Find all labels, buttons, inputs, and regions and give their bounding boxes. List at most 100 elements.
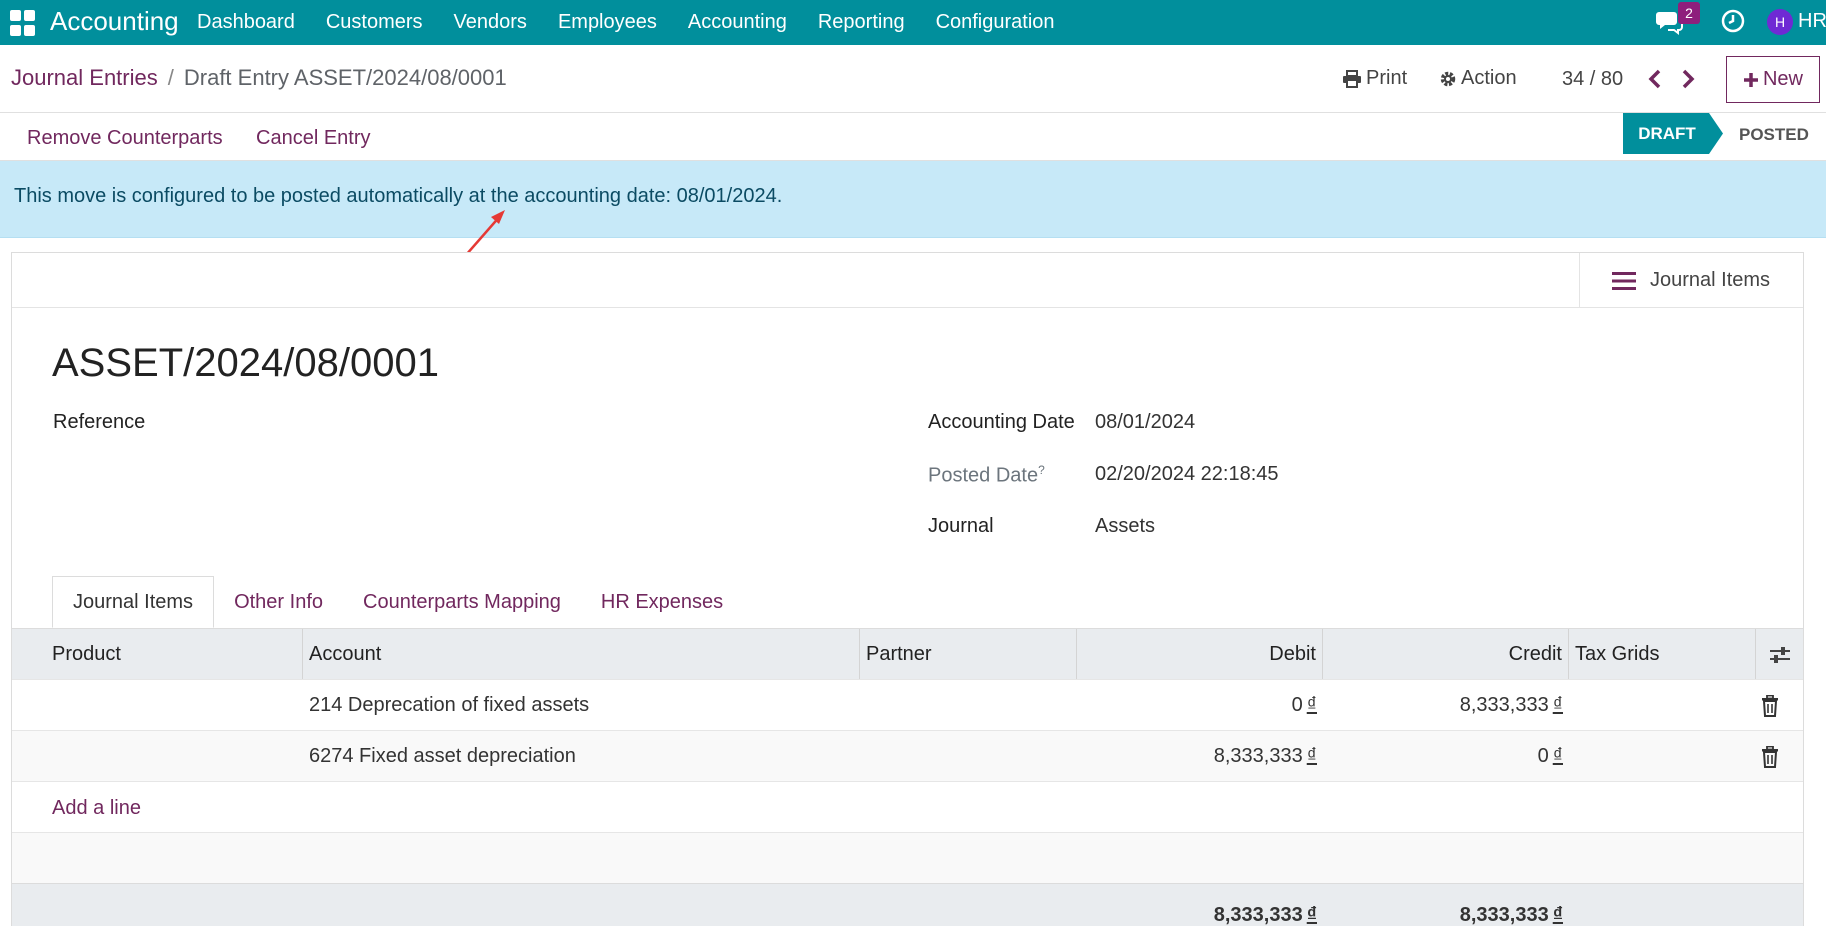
debit-amount: 0 (1291, 694, 1303, 716)
statusbar: Remove Counterparts Cancel Entry DRAFT P… (0, 113, 1826, 161)
notebook-tabs: Journal Items Other Info Counterparts Ma… (52, 576, 743, 628)
posted-date-label-text: Posted Date (928, 464, 1039, 487)
control-panel: Journal Entries / Draft Entry ASSET/2024/0… (0, 45, 1826, 113)
chevron-left-icon[interactable] (1645, 67, 1665, 91)
top-navbar: Accounting Dashboard Customers Vendors E… (0, 0, 1826, 45)
chat-count-badge: 2 (1678, 2, 1700, 24)
add-line-link[interactable]: Add a line (52, 797, 141, 820)
cell-partner (860, 680, 1077, 731)
column-tax-grids[interactable]: Tax Grids (1569, 629, 1756, 680)
credit-amount: 8,333,333 (1459, 694, 1549, 716)
menu-configuration[interactable]: Configuration (936, 11, 1055, 34)
column-credit[interactable]: Credit (1323, 629, 1569, 680)
state-posted[interactable]: POSTED (1739, 125, 1809, 145)
cancel-entry-button[interactable]: Cancel Entry (256, 127, 371, 150)
currency-symbol: ₫ (1552, 694, 1563, 716)
chevron-right-icon[interactable] (1678, 67, 1698, 91)
total-credit-amount: 8,333,333 (1459, 904, 1549, 926)
tab-counterparts-mapping[interactable]: Counterparts Mapping (343, 576, 581, 628)
posted-date-label: Posted Date? (928, 463, 1045, 488)
print-label: Print (1366, 67, 1408, 89)
journal-items-smart-label: Journal Items (1650, 269, 1771, 291)
trash-icon[interactable] (1761, 746, 1779, 768)
currency-symbol: ₫ (1306, 745, 1317, 767)
tab-hr-expenses[interactable]: HR Expenses (581, 576, 743, 628)
menu-reporting[interactable]: Reporting (818, 11, 905, 34)
entry-title: ASSET/2024/08/0001 (52, 341, 439, 385)
breadcrumb-separator: / (167, 65, 174, 90)
currency-symbol: ₫ (1552, 745, 1563, 767)
table-footer: 8,333,333 ₫ 8,333,333 ₫ (12, 883, 1803, 926)
journal-label: Journal (928, 515, 994, 537)
menu-dashboard[interactable]: Dashboard (197, 11, 295, 34)
total-credit: 8,333,333 ₫ (1323, 904, 1569, 926)
state-draft[interactable]: DRAFT (1623, 113, 1723, 154)
menu-employees[interactable]: Employees (558, 11, 657, 34)
app-name[interactable]: Accounting (50, 6, 179, 37)
new-button[interactable]: New (1726, 56, 1820, 103)
accounting-date-field[interactable]: 08/01/2024 (1095, 411, 1195, 434)
print-button[interactable]: Print (1342, 67, 1407, 90)
cell-debit: 0 ₫ (1077, 680, 1323, 731)
column-partner[interactable]: Partner (860, 629, 1077, 680)
trash-icon[interactable] (1761, 695, 1779, 717)
clock-icon[interactable] (1721, 9, 1745, 33)
table-row[interactable]: 214 Deprecation of fixed assets 0 ₫ 8,333… (12, 679, 1803, 730)
column-debit[interactable]: Debit (1077, 629, 1323, 680)
form-sheet: Journal Items ASSET/2024/08/0001 Referen… (11, 252, 1804, 926)
user-avatar[interactable]: H (1767, 9, 1793, 35)
action-button[interactable]: Action (1439, 67, 1517, 90)
gear-icon (1440, 71, 1456, 86)
journal-field[interactable]: Assets (1095, 515, 1155, 538)
new-label: New (1762, 68, 1803, 90)
accounting-date-label: Accounting Date (928, 411, 1075, 433)
total-debit-amount: 8,333,333 (1213, 904, 1303, 926)
debit-amount: 8,333,333 (1213, 745, 1303, 767)
total-debit: 8,333,333 ₫ (1077, 904, 1323, 926)
table-header: Product Account Partner Debit Credit Tax… (12, 628, 1803, 680)
plus-icon (1743, 72, 1758, 87)
credit-amount: 0 (1537, 745, 1549, 767)
breadcrumb-current: Draft Entry ASSET/2024/08/0001 (183, 65, 507, 90)
reference-label: Reference (53, 411, 146, 433)
breadcrumb-journal-entries[interactable]: Journal Entries (11, 65, 158, 90)
journal-items-smart-button[interactable]: Journal Items (1579, 253, 1803, 308)
button-box: Journal Items (12, 253, 1803, 308)
cell-account: 214 Deprecation of fixed assets (309, 694, 590, 716)
currency-symbol: ₫ (1552, 904, 1563, 926)
apps-menu-icon[interactable] (10, 10, 36, 36)
alert-text: This move is configured to be posted aut… (14, 185, 783, 207)
breadcrumb: Journal Entries / Draft Entry ASSET/2024/0… (11, 65, 507, 91)
menu-vendors[interactable]: Vendors (454, 11, 527, 34)
currency-symbol: ₫ (1306, 904, 1317, 926)
table-row[interactable]: 6274 Fixed asset depreciation 8,333,333 ₫… (12, 730, 1803, 781)
list-icon (1612, 271, 1636, 290)
column-product[interactable]: Product (12, 629, 303, 680)
menu-customers[interactable]: Customers (326, 11, 423, 34)
column-account[interactable]: Account (303, 629, 860, 680)
cell-partner (860, 731, 1077, 782)
printer-icon (1343, 69, 1361, 88)
pager-value[interactable]: 34 / 80 (1562, 68, 1623, 91)
journal-items-table: Product Account Partner Debit Credit Tax… (12, 628, 1803, 926)
tab-other-info[interactable]: Other Info (214, 576, 343, 628)
cell-product (12, 680, 303, 731)
tab-journal-items[interactable]: Journal Items (52, 576, 215, 628)
cell-account: 6274 Fixed asset depreciation (309, 745, 576, 767)
help-tooltip-icon[interactable]: ? (1038, 463, 1045, 477)
optional-columns-toggle[interactable] (1756, 629, 1803, 680)
menu-accounting[interactable]: Accounting (688, 11, 787, 34)
cell-credit: 0 ₫ (1323, 731, 1569, 782)
remove-counterparts-button[interactable]: Remove Counterparts (27, 127, 223, 150)
action-label: Action (1461, 67, 1517, 89)
empty-row (12, 832, 1803, 883)
sliders-icon (1769, 646, 1790, 663)
cell-credit: 8,333,333 ₫ (1323, 680, 1569, 731)
currency-symbol: ₫ (1306, 694, 1317, 716)
cell-product (12, 731, 303, 782)
cell-debit: 8,333,333 ₫ (1077, 731, 1323, 782)
add-line-row: Add a line (12, 781, 1803, 832)
auto-post-alert: This move is configured to be posted aut… (0, 161, 1826, 238)
user-name[interactable]: HR (1798, 10, 1826, 33)
posted-date-field: 02/20/2024 22:18:45 (1095, 463, 1279, 485)
